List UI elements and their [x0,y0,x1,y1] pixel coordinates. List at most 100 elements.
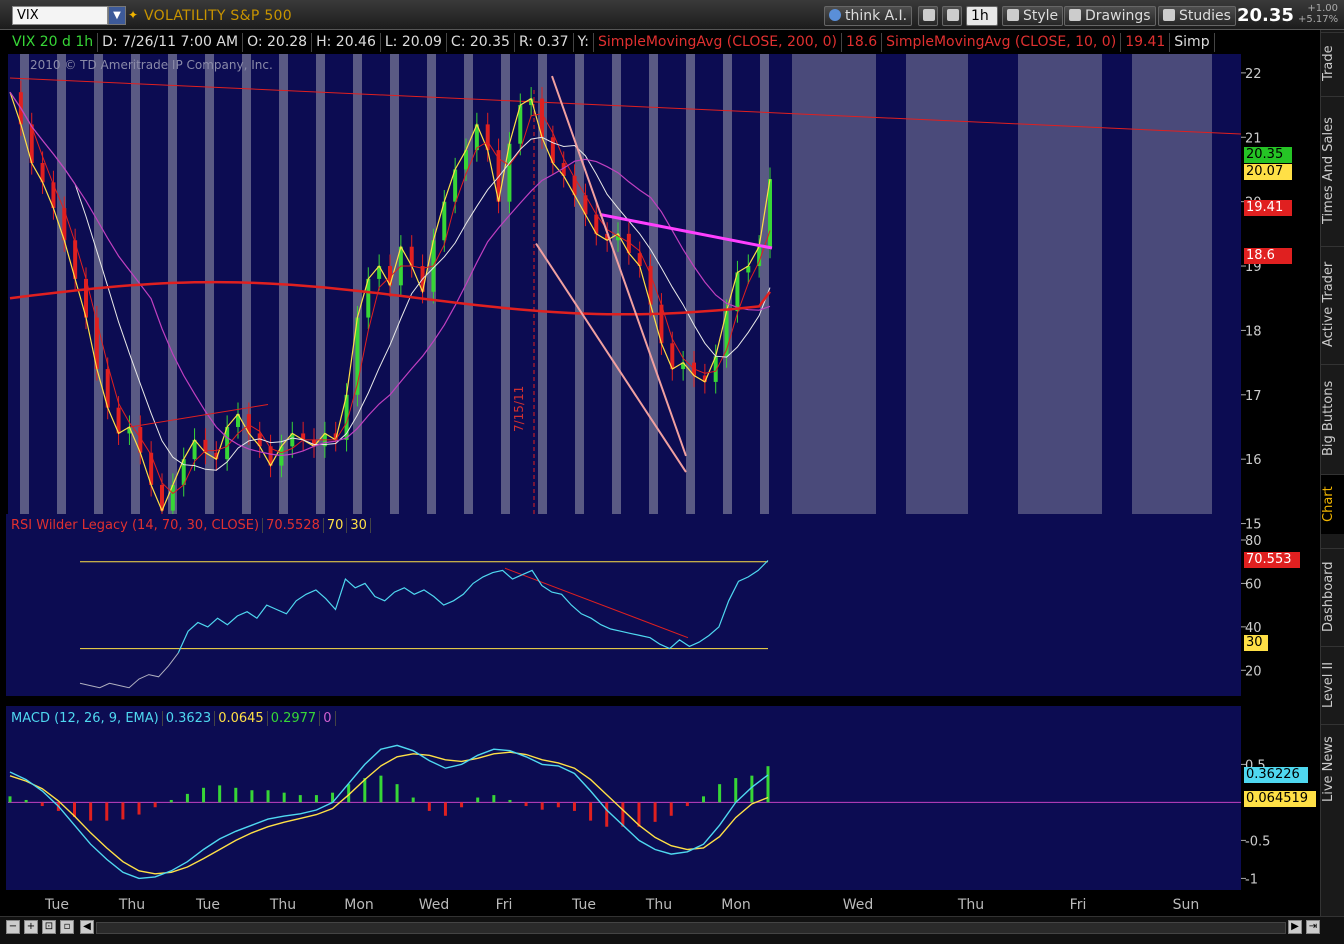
rsi-name[interactable]: RSI Wilder Legacy (14, 70, 30, CLOSE) [8,518,264,533]
x-tick-label: Thu [957,897,984,913]
flag-rsi-os: 30 [1244,635,1268,651]
chart-canvas[interactable]: 1516171819202122 20406080 -1-0.50.5 TueT… [0,30,1320,916]
session-band [575,54,584,532]
top-toolbar: VIX ▼ ✦ VOLATILITY S&P 500 think A.I. 1h… [0,0,1344,30]
macd-tick-label: -0.5 [1245,834,1270,849]
chart-style-icon [1007,9,1019,21]
change-percent: +5.17% [1298,14,1339,25]
x-tick-label: Thu [269,897,296,913]
flag-last: 20.35 [1244,147,1292,163]
zoom-out-button[interactable]: − [6,920,20,934]
bottom-scrollbar: − + ⊡ ▫ ◀ ▶ ⇥ [0,916,1344,944]
tab-chart[interactable]: Chart [1321,474,1344,534]
session-band [168,54,177,532]
interval-button[interactable]: 1h [966,6,998,26]
ohlc-range: R: 0.37 [515,33,574,52]
price-tick-label: 18 [1245,324,1262,339]
x-tick-label: Tue [571,897,596,913]
fav-star-icon[interactable]: ✦ [128,8,138,22]
scroll-left-button[interactable]: ◀ [80,920,94,934]
session-band [686,54,695,532]
session-band [353,54,362,532]
future-band [1132,54,1212,532]
flag-sma200: 18.6 [1244,248,1292,264]
drawings-button[interactable]: Drawings [1064,6,1156,26]
change-value: +1.00 [1307,3,1338,14]
ohlc-close: C: 20.35 [447,33,515,52]
crosshair-icon [923,9,935,21]
zoom-reset-button[interactable]: ▫ [60,920,74,934]
price-tick-label: 22 [1245,67,1262,82]
right-tab-strip: Trade Times And Sales Active Trader Big … [1320,30,1344,916]
price-change: +1.00 +5.17% [1298,3,1338,25]
rsi-header: RSI Wilder Legacy (14, 70, 30, CLOSE) 70.… [8,518,371,533]
macd-avg: 0.0645 [215,711,268,726]
flag-yellow: 20.07 [1244,164,1292,180]
sma200-label[interactable]: SimpleMovingAvg (CLOSE, 200, 0) [594,33,842,52]
tab-times-and-sales[interactable]: Times And Sales [1321,96,1344,244]
macd-value: 0.3623 [162,711,216,726]
tab-trade[interactable]: Trade [1321,32,1344,94]
x-tick-label: Tue [195,897,220,913]
macd-name[interactable]: MACD (12, 26, 9, EMA) [8,711,163,726]
x-tick-label: Wed [419,897,450,913]
session-band [205,54,214,532]
ohlc-y: Y: [574,33,595,52]
scroll-right-button[interactable]: ▶ [1288,920,1302,934]
price-axis: 1516171819202122 [1241,67,1262,533]
flag-macd-avg: 0.064519 [1244,791,1316,807]
ohlc-high: H: 20.46 [312,33,381,52]
symbol-dropdown-button[interactable]: ▼ [108,6,126,25]
tab-big-buttons[interactable]: Big Buttons [1321,364,1344,472]
session-band [464,54,473,532]
ohlc-open: O: 20.28 [243,33,313,52]
session-band [427,54,436,532]
last-price: 20.35 [1237,5,1294,26]
x-tick-label: Thu [645,897,672,913]
scroll-track[interactable] [96,922,1286,934]
price-tick-label: 17 [1245,389,1262,404]
studies-button[interactable]: Studies [1158,6,1236,26]
macd-diff: 0.2977 [267,711,321,726]
pencil-button[interactable] [942,6,962,26]
tab-live-news[interactable]: Live News [1321,724,1344,814]
tab-active-trader[interactable]: Active Trader [1321,246,1344,362]
rsi-tick-label: 60 [1245,577,1262,592]
date-marker-label: 7/15/11 [512,385,526,432]
symbol-description: VOLATILITY S&P 500 [144,8,292,24]
series-label: VIX 20 d 1h [8,33,99,52]
scroll-end-button[interactable]: ⇥ [1306,920,1320,934]
more-studies: Simp [1170,33,1215,52]
sma10-label[interactable]: SimpleMovingAvg (CLOSE, 10, 0) [882,33,1122,52]
x-tick-label: Tue [44,897,69,913]
macd-panel-bg [6,706,1241,890]
style-button[interactable]: Style [1002,6,1064,26]
think-ai-button[interactable]: think A.I. [824,6,913,26]
crosshair-button[interactable] [918,6,938,26]
rsi-tick-label: 40 [1245,621,1262,636]
zoom-fit-button[interactable]: ⊡ [42,920,56,934]
x-axis: Tue Thu Tue Thu Mon Wed Fri Tue Thu Mon Wed Thu Fri S… [44,897,1199,913]
zoom-in-button[interactable]: + [24,920,38,934]
flag-macd: 0.36226 [1244,767,1308,783]
x-tick-label: Sun [1173,897,1200,913]
ohlc-date: D: 7/26/11 7:00 AM [98,33,244,52]
symbol-input[interactable]: VIX [12,6,108,25]
sma200-value: 18.6 [842,33,883,52]
tab-dashboard[interactable]: Dashboard [1321,548,1344,644]
future-band [906,54,968,532]
tab-level-ii[interactable]: Level II [1321,646,1344,722]
drawing-icon [1069,9,1081,21]
x-tick-label: Wed [843,897,874,913]
rsi-panel-bg [6,514,1241,696]
rsi-ob: 70 [323,518,348,533]
price-tick-label: 15 [1245,518,1262,533]
studies-icon [1163,9,1175,21]
session-band [612,54,621,532]
ohlc-low: L: 20.09 [381,33,447,52]
x-tick-label: Mon [344,897,374,913]
macd-header: MACD (12, 26, 9, EMA) 0.3623 0.0645 0.2977 0 [8,711,336,726]
x-tick-label: Fri [496,897,513,913]
macd-zero: 0 [320,711,336,726]
session-band [390,54,399,532]
